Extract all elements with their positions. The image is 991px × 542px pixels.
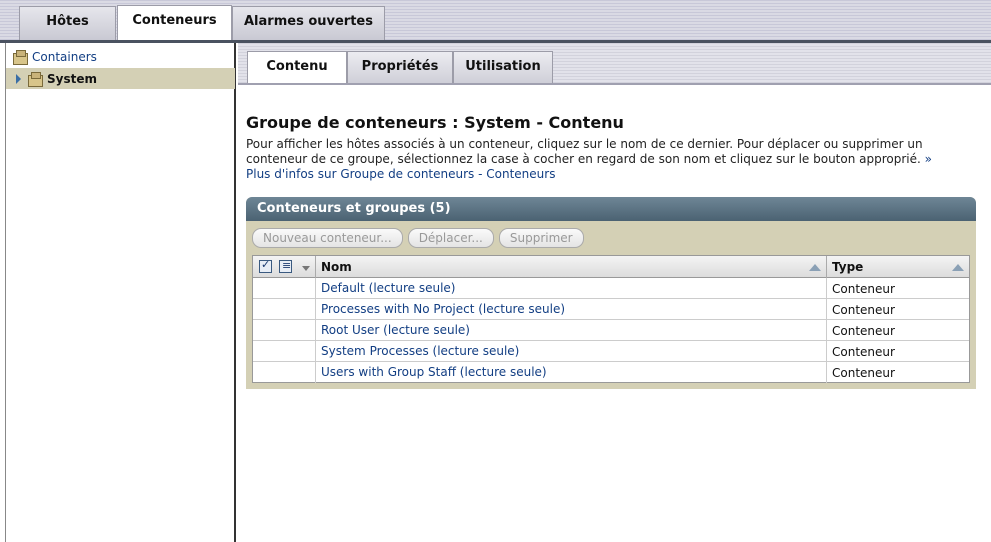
expand-arrow-icon[interactable] bbox=[16, 73, 21, 84]
row-select-cell[interactable] bbox=[253, 362, 316, 383]
container-name-link[interactable]: System Processes (lecture seule) bbox=[316, 341, 827, 362]
containers-table-panel: Conteneurs et groupes (5) Nouveau conten… bbox=[246, 197, 976, 389]
column-header-name[interactable]: Nom bbox=[316, 256, 827, 278]
container-name-link[interactable]: Processes with No Project (lecture seule… bbox=[316, 299, 827, 320]
container-group-icon bbox=[12, 50, 28, 65]
sub-tab-divider bbox=[238, 83, 991, 85]
page-title: Groupe de conteneurs : System - Contenu bbox=[246, 113, 624, 132]
container-type: Conteneur bbox=[832, 282, 895, 296]
new-container-button[interactable]: Nouveau conteneur... bbox=[252, 228, 403, 248]
container-type: Conteneur bbox=[832, 366, 895, 380]
select-all-icon[interactable] bbox=[259, 258, 272, 273]
selection-header bbox=[253, 256, 316, 278]
table-row: Processes with No Project (lecture seule… bbox=[253, 299, 969, 320]
more-info-arrow-icon[interactable]: » bbox=[925, 152, 932, 166]
tree-node-label[interactable]: Containers bbox=[32, 50, 97, 64]
table-row: System Processes (lecture seule) Contene… bbox=[253, 341, 969, 362]
chevron-down-icon[interactable] bbox=[302, 266, 310, 271]
main-content: Contenu Propriétés Utilisation Groupe de… bbox=[238, 43, 991, 542]
row-select-cell[interactable] bbox=[253, 320, 316, 341]
help-text: Pour afficher les hôtes associés à un co… bbox=[246, 137, 986, 182]
column-header-label: Nom bbox=[321, 260, 352, 274]
tree-node-system[interactable]: System bbox=[6, 68, 235, 89]
table-header: Nom Type bbox=[253, 256, 969, 278]
table-row: Default (lecture seule) Conteneur bbox=[253, 278, 969, 299]
sort-ascending-icon[interactable] bbox=[952, 264, 964, 271]
tree-node-containers[interactable]: Containers bbox=[12, 49, 97, 65]
row-select-cell[interactable] bbox=[253, 341, 316, 362]
container-type: Conteneur bbox=[832, 303, 895, 317]
selection-menu-icon[interactable] bbox=[279, 259, 292, 273]
navigation-tree: Containers System bbox=[5, 43, 236, 542]
tab-utilisation[interactable]: Utilisation bbox=[453, 51, 553, 83]
container-type: Conteneur bbox=[832, 324, 895, 338]
tree-node-label[interactable]: System bbox=[47, 72, 97, 86]
container-name-link[interactable]: Users with Group Staff (lecture seule) bbox=[316, 362, 827, 383]
containers-table: Nom Type Default (lecture seule) Contene… bbox=[252, 255, 970, 383]
tab-hotes[interactable]: Hôtes bbox=[19, 6, 116, 40]
tab-contenu[interactable]: Contenu bbox=[247, 51, 347, 85]
tab-conteneurs[interactable]: Conteneurs bbox=[117, 5, 232, 41]
row-select-cell[interactable] bbox=[253, 299, 316, 320]
table-row: Users with Group Staff (lecture seule) C… bbox=[253, 362, 969, 383]
container-group-icon bbox=[27, 71, 43, 87]
container-name-link[interactable]: Default (lecture seule) bbox=[316, 278, 827, 299]
container-type: Conteneur bbox=[832, 345, 895, 359]
sort-ascending-icon[interactable] bbox=[809, 264, 821, 271]
column-header-label: Type bbox=[832, 260, 864, 274]
row-select-cell[interactable] bbox=[253, 278, 316, 299]
help-description: Pour afficher les hôtes associés à un co… bbox=[246, 137, 923, 166]
tab-alarmes-ouvertes[interactable]: Alarmes ouvertes bbox=[232, 6, 385, 40]
sub-tab-bar: Contenu Propriétés Utilisation bbox=[238, 43, 991, 85]
table-row: Root User (lecture seule) Conteneur bbox=[253, 320, 969, 341]
top-tab-bar: Hôtes Conteneurs Alarmes ouvertes bbox=[0, 0, 991, 41]
table-title: Conteneurs et groupes (5) bbox=[246, 197, 976, 221]
table-actions: Nouveau conteneur... Déplacer... Supprim… bbox=[252, 228, 584, 248]
container-name-link[interactable]: Root User (lecture seule) bbox=[316, 320, 827, 341]
delete-button[interactable]: Supprimer bbox=[498, 228, 584, 248]
column-header-type[interactable]: Type bbox=[827, 256, 969, 278]
tab-proprietes[interactable]: Propriétés bbox=[347, 51, 453, 83]
more-info-link[interactable]: Plus d'infos sur Groupe de conteneurs - … bbox=[246, 167, 555, 181]
move-button[interactable]: Déplacer... bbox=[407, 228, 494, 248]
